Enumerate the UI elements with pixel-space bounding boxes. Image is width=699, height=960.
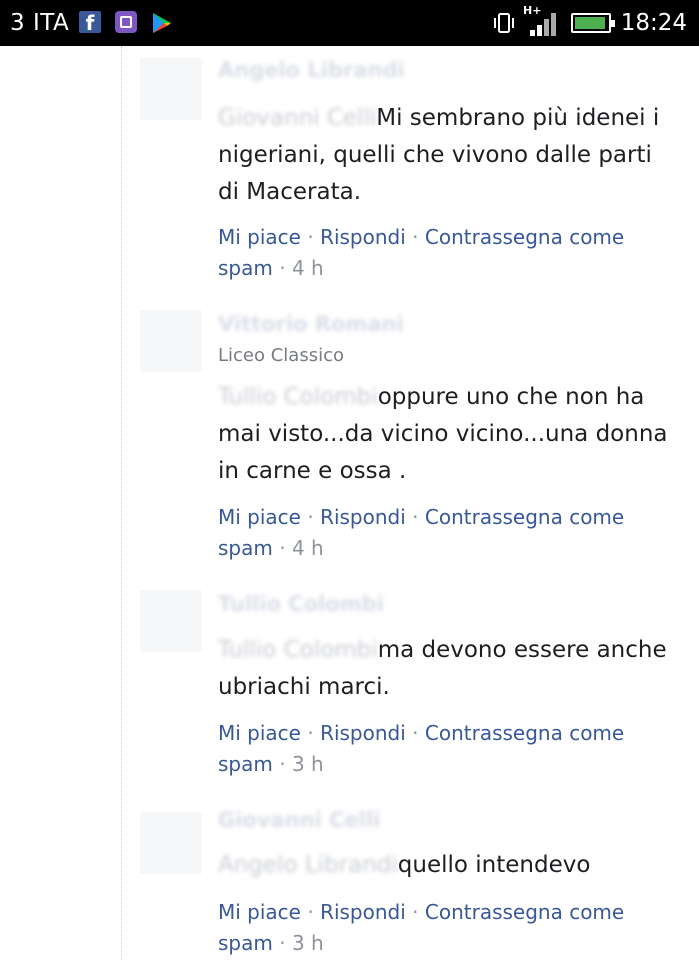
commenter-subtitle: Liceo Classico — [218, 345, 344, 366]
separator: · — [279, 931, 286, 955]
reply-link[interactable]: Rispondi — [320, 505, 406, 529]
mention-link[interactable]: Giovanni Celli — [218, 105, 376, 131]
like-link[interactable]: Mi piace — [218, 505, 301, 529]
separator: · — [412, 900, 419, 924]
reply-link[interactable]: Rispondi — [320, 225, 406, 249]
avatar[interactable] — [140, 590, 202, 652]
gallery-icon — [115, 11, 137, 33]
comment-actions: Mi piace · Rispondi · Contrassegna come … — [218, 718, 678, 780]
commenter-name[interactable]: Vittorio Romani — [218, 312, 404, 336]
separator: · — [412, 225, 419, 249]
comment-text: Tullio Colombima devono essere anche ubr… — [218, 632, 678, 706]
like-link[interactable]: Mi piace — [218, 721, 301, 745]
comment-body: quello intendevo — [397, 852, 591, 878]
battery-charging-icon — [571, 13, 615, 33]
avatar[interactable] — [140, 310, 202, 372]
comment-text: Giovanni CelliMi sembrano più idenei i n… — [218, 100, 678, 211]
comment-text: Tullio Colombioppure uno che non ha mai … — [218, 379, 678, 490]
mention-link[interactable]: Tullio Colombi — [218, 637, 378, 663]
comment-actions: Mi piace · Rispondi · Contrassegna come … — [218, 897, 678, 959]
separator: · — [412, 505, 419, 529]
signal-icon — [530, 13, 556, 36]
separator: · — [412, 721, 419, 745]
like-link[interactable]: Mi piace — [218, 225, 301, 249]
separator: · — [307, 900, 314, 924]
timestamp[interactable]: 4 h — [292, 256, 324, 280]
reply-link[interactable]: Rispondi — [320, 900, 406, 924]
timestamp[interactable]: 3 h — [292, 931, 324, 955]
separator: · — [279, 536, 286, 560]
commenter-name[interactable]: Giovanni Celli — [218, 808, 380, 832]
comment-actions: Mi piace · Rispondi · Contrassegna come … — [218, 502, 678, 564]
play-store-icon — [153, 13, 171, 33]
separator: · — [279, 752, 286, 776]
commenter-name[interactable]: Tullio Colombi — [218, 592, 384, 616]
commenter-name[interactable]: Angelo Librandi — [218, 58, 405, 82]
like-link[interactable]: Mi piace — [218, 900, 301, 924]
separator: · — [307, 225, 314, 249]
clock: 18:24 — [620, 10, 687, 36]
reply-link[interactable]: Rispondi — [320, 721, 406, 745]
mention-link[interactable]: Tullio Colombi — [218, 384, 378, 410]
separator: · — [307, 721, 314, 745]
status-bar: 3 ITA f H+ 18:24 — [0, 0, 699, 46]
avatar[interactable] — [140, 812, 202, 874]
mention-link[interactable]: Angelo Librandi — [218, 852, 398, 878]
thread-line — [121, 46, 123, 960]
comment-actions: Mi piace · Rispondi · Contrassegna come … — [218, 222, 678, 284]
separator: · — [307, 505, 314, 529]
timestamp[interactable]: 3 h — [292, 752, 324, 776]
facebook-icon: f — [79, 11, 101, 35]
avatar[interactable] — [140, 58, 202, 120]
vibrate-icon — [494, 13, 514, 33]
comment-text: Angelo Librandiquello intendevo — [218, 847, 678, 884]
timestamp[interactable]: 4 h — [292, 536, 324, 560]
carrier-label: 3 ITA — [10, 10, 70, 36]
separator: · — [279, 256, 286, 280]
